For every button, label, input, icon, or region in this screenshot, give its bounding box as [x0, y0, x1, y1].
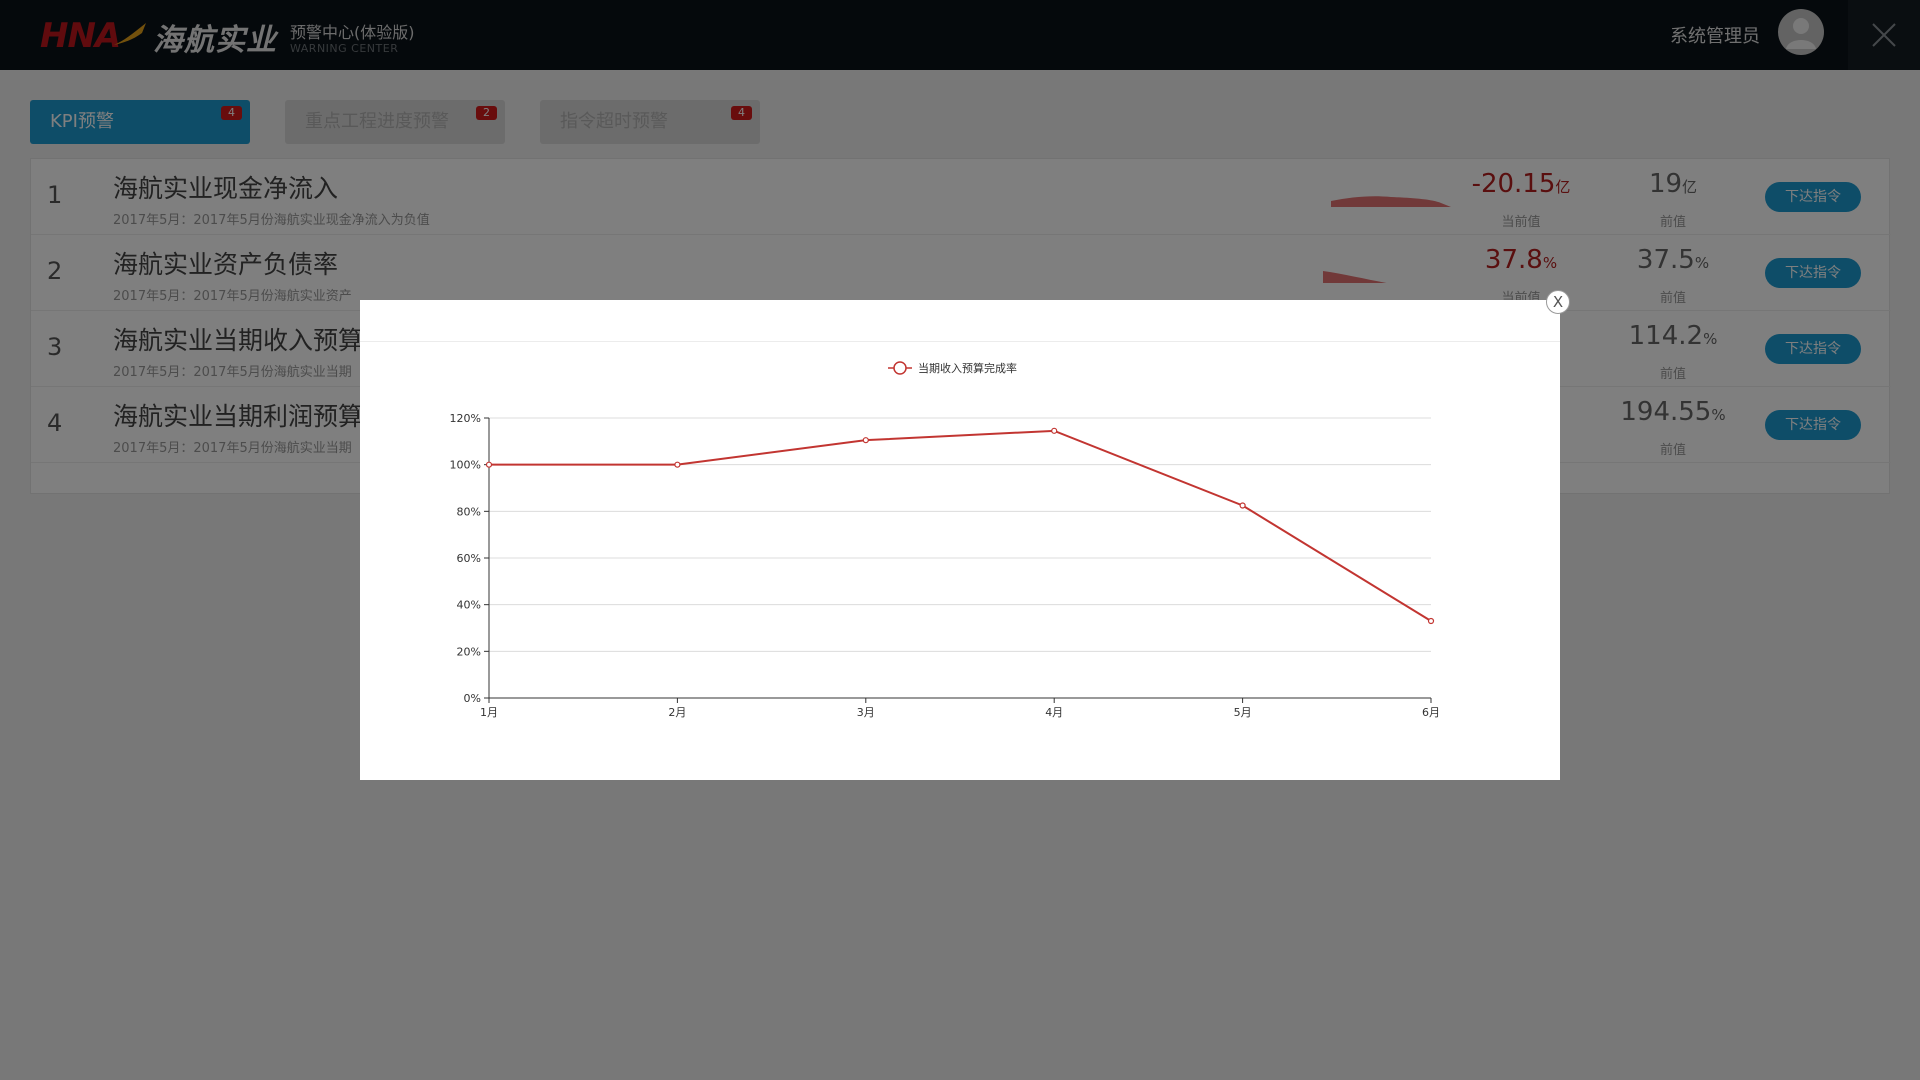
- y-tick-label: 80%: [457, 505, 481, 518]
- data-point: [674, 461, 681, 468]
- y-tick-label: 100%: [450, 459, 481, 472]
- legend-label: 当期收入预算完成率: [918, 361, 1017, 375]
- data-point: [1239, 502, 1246, 509]
- legend-marker: [893, 361, 907, 375]
- x-tick-label: 2月: [668, 706, 686, 719]
- y-tick-label: 40%: [457, 599, 481, 612]
- modal-header: [360, 300, 1560, 342]
- data-point: [1051, 427, 1058, 434]
- data-point: [862, 437, 869, 444]
- x-tick-label: 6月: [1422, 706, 1440, 719]
- series-line: [489, 429, 1432, 622]
- x-tick-label: 1月: [480, 706, 498, 719]
- line-chart: 0% 20% 40% 60% 80% 100% 120% 1月 2月 3月 4月 5月 6月 当期收入预算…: [450, 361, 1440, 719]
- modal-close-button[interactable]: X: [1546, 290, 1570, 314]
- data-point: [1427, 617, 1435, 625]
- y-tick-label: 120%: [450, 412, 481, 425]
- x-tick-label: 5月: [1234, 706, 1252, 719]
- y-tick-label: 0%: [464, 692, 481, 705]
- x-tick-label: 3月: [857, 706, 875, 719]
- y-tick-label: 20%: [457, 645, 481, 658]
- data-point: [485, 461, 493, 468]
- chart-modal: 0% 20% 40% 60% 80% 100% 120% 1月 2月 3月 4月 5月 6月 当期收入预算…: [360, 300, 1560, 780]
- y-tick-label: 60%: [457, 552, 481, 565]
- x-tick-label: 4月: [1045, 706, 1063, 719]
